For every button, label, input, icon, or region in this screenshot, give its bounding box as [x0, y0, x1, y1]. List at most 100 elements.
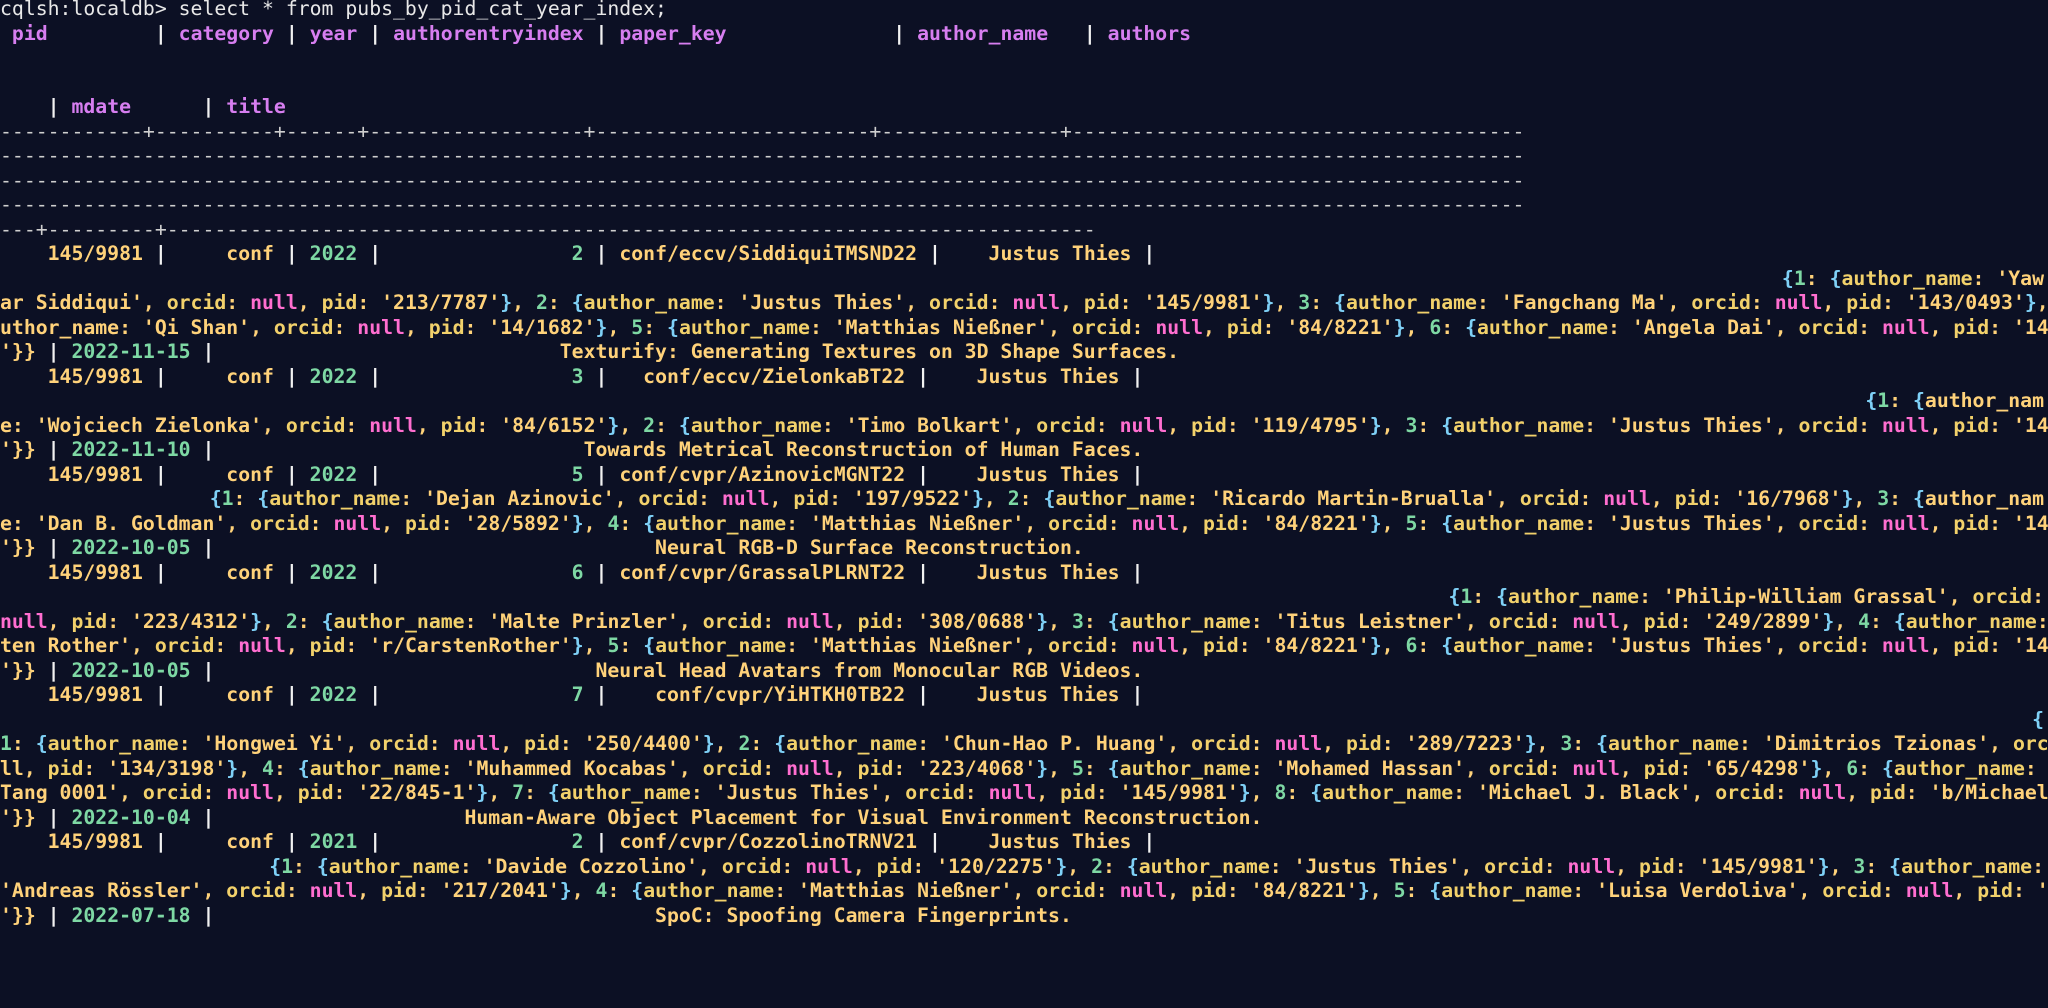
map-value: : '145/9981 — [1989, 634, 2048, 657]
table-row-tail: '}} | 2022-11-15 | Texturify: Generating… — [0, 340, 1513, 364]
map-key: orcid — [1798, 413, 1859, 437]
map-index: 2 — [285, 609, 298, 633]
map-value: : 'Justus Thies', — [1584, 413, 1799, 437]
map-value: : 'Mohamed Hassan', — [1250, 756, 1489, 780]
map-key: author_name — [1476, 315, 1608, 339]
map-key: orcid — [273, 315, 334, 339]
map-value: : 'Malte Prinzler', — [464, 609, 703, 633]
map-value: : — [11, 732, 36, 755]
map-value: : 'Justus Thies', — [1269, 854, 1485, 878]
null-value: null — [1274, 732, 1323, 755]
brace: { — [547, 781, 560, 804]
map-key: orcid — [1071, 315, 1132, 339]
map-value: author_nam — [1924, 487, 2044, 510]
map-key: orcid — [702, 756, 763, 780]
map-key: author_name — [1322, 781, 1454, 804]
authors-map-line: ll, pid: '134/3198'}, 4: {author_name: '… — [0, 757, 2048, 781]
pipe: | — [905, 560, 941, 584]
brace: { — [1912, 487, 1925, 510]
pipe: | — [1071, 21, 1108, 45]
map-value: : '65/4298' — [1679, 756, 1811, 780]
map-value: : '223/4068' — [893, 756, 1037, 780]
map-key: author_name — [1119, 756, 1251, 780]
map-index: 6 — [1846, 756, 1859, 780]
map-value: : 'Chun-Hao P. Huang', — [917, 732, 1192, 755]
null-value: null — [0, 609, 48, 633]
map-value: : 'Angela Dai', — [1608, 315, 1799, 339]
cell-pid: 145/9981 — [0, 242, 143, 265]
map-key: author_name — [655, 511, 787, 535]
terminal-window[interactable]: cqlsh:localdb> select * from pubs_by_pid… — [0, 0, 2048, 1008]
cell-year: 2022 — [309, 462, 358, 486]
map-value: : '84/8221' — [1238, 634, 1370, 657]
map-value: : '223/4312' — [107, 609, 251, 633]
map-close: '}} — [0, 805, 36, 829]
cell-author-name: Justus Thies — [940, 683, 1120, 706]
separator-line: ----------------------------------------… — [0, 144, 1524, 168]
null-value: null — [1131, 511, 1180, 535]
brace: } — [250, 609, 263, 633]
brace: { — [1334, 291, 1346, 314]
map-index: 5 — [631, 315, 644, 339]
cell-pid: 145/9981 — [0, 462, 143, 486]
map-index: 5 — [607, 634, 620, 657]
map-value: , — [416, 413, 441, 437]
brace: { — [1781, 266, 1794, 290]
map-value: : 'Dimitrios Tzionas', — [1739, 732, 2013, 755]
map-key: author_name — [1608, 732, 1740, 755]
separator-line: ----------------------------------------… — [0, 193, 1524, 217]
separator: ------------+----------+------+---------… — [0, 119, 1525, 143]
map-value: , — [238, 756, 263, 780]
map-value: , — [833, 756, 858, 780]
map-value: , — [1369, 879, 1394, 902]
map-value: : — [698, 487, 722, 510]
map-value: : — [1579, 487, 1604, 510]
map-key: orcid — [369, 732, 429, 755]
cell-mdate: 2022-11-10 — [71, 438, 191, 461]
null-value: null — [1798, 781, 1847, 804]
map-value: , — [1179, 634, 1203, 657]
map-key: pid — [1643, 609, 1680, 633]
pipe: | — [583, 830, 620, 853]
null-value: null — [1119, 413, 1168, 437]
map-key: author_name — [1345, 291, 1477, 314]
map-value: : — [1543, 854, 1568, 878]
map-value: : '22/845-1' — [333, 781, 477, 804]
brace: } — [1393, 315, 1406, 339]
map-key: pid — [793, 487, 830, 510]
brace: } — [971, 487, 984, 510]
brace: { — [1310, 781, 1323, 804]
map-key: pid — [381, 879, 417, 902]
null-value: null — [1881, 634, 1930, 657]
null-value: null — [786, 756, 834, 780]
null-value: null — [1881, 413, 1930, 437]
pipe: | — [1119, 683, 1144, 706]
map-key: pid — [1846, 291, 1882, 314]
map-value: : — [1548, 756, 1573, 780]
map-value: , — [2036, 291, 2048, 314]
map-index: 3 — [1405, 413, 1418, 437]
map-value: ten Rother', — [0, 634, 155, 657]
map-key: orcid — [142, 781, 203, 804]
brace: { — [209, 487, 222, 510]
map-value: : '84/8221' — [1262, 315, 1394, 339]
map-index: 3 — [1298, 291, 1311, 314]
map-value: : — [762, 609, 787, 633]
map-value: : — [547, 291, 572, 314]
map-key: author_name — [328, 854, 460, 878]
col-header-author-name: author_name — [917, 21, 1072, 45]
map-key: author_name — [1901, 854, 2033, 878]
map-value: , — [769, 487, 794, 510]
cell-year: 2022 — [309, 683, 358, 706]
authors-map-line: null, pid: '223/4312'}, 2: {author_name:… — [0, 610, 2048, 634]
map-value: : — [1417, 634, 1442, 657]
pipe: | — [583, 21, 620, 45]
map-key: orcid — [1488, 609, 1549, 633]
map-key: pid — [857, 609, 894, 633]
map-value: : — [655, 413, 679, 437]
separator: ----------------------------------------… — [0, 144, 1525, 167]
map-value: , — [1060, 291, 1084, 314]
map-value: : 'Muhammed Kocabas', — [440, 756, 703, 780]
pipe: | — [142, 560, 179, 584]
cell-paper-key: conf/eccv/SiddiquiTMSND22 — [619, 242, 918, 265]
